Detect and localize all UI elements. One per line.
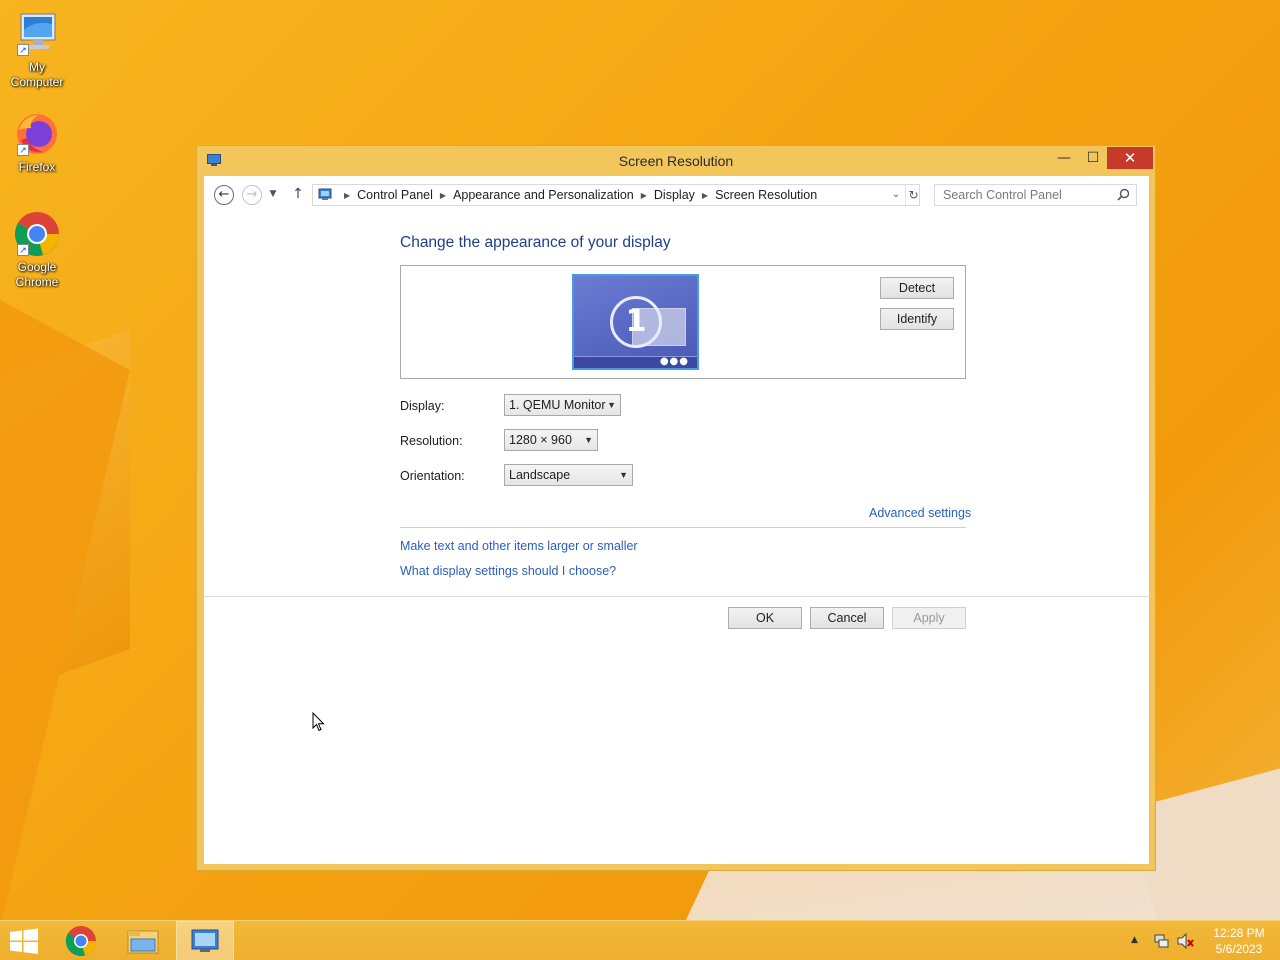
breadcrumb-appearance[interactable]: Appearance and Personalization bbox=[453, 188, 634, 202]
title-bar[interactable]: Screen Resolution — ☐ ✕ bbox=[197, 146, 1155, 176]
breadcrumb-display[interactable]: Display bbox=[654, 188, 695, 202]
divider bbox=[204, 596, 1149, 597]
desktop-icon-label: Firefox bbox=[18, 160, 56, 174]
breadcrumb-separator-icon[interactable]: ▶ bbox=[344, 191, 350, 200]
display-select-value: 1. QEMU Monitor bbox=[509, 398, 606, 412]
search-icon[interactable] bbox=[1117, 188, 1130, 201]
forward-button[interactable]: → bbox=[242, 185, 262, 205]
network-icon[interactable] bbox=[1153, 933, 1169, 949]
close-button[interactable]: ✕ bbox=[1107, 147, 1153, 169]
wallpaper-shape bbox=[0, 300, 130, 920]
chevron-down-icon: ▼ bbox=[584, 435, 593, 445]
system-clock[interactable]: 12:28 PM 5/6/2023 bbox=[1206, 925, 1272, 957]
navigation-bar: ← → ▼ ↑ ▶ Control Panel ▶ Appearance and… bbox=[204, 176, 1149, 214]
chrome-icon bbox=[65, 926, 97, 957]
monitor-number: 1 bbox=[610, 296, 662, 348]
search-input[interactable] bbox=[935, 185, 1115, 205]
taskbar-screen-resolution-button[interactable] bbox=[176, 921, 234, 960]
desktop-icon-label: Chrome bbox=[15, 275, 59, 289]
resolution-label: Resolution: bbox=[400, 434, 463, 448]
orientation-select-value: Landscape bbox=[509, 468, 571, 482]
mouse-cursor-icon bbox=[312, 711, 326, 732]
display-label: Display: bbox=[400, 399, 445, 413]
desktop-icon-label: Google bbox=[17, 260, 57, 274]
divider bbox=[400, 527, 966, 528]
page-title: Change the appearance of your display bbox=[400, 234, 671, 251]
breadcrumb-separator-icon[interactable]: ▶ bbox=[702, 191, 708, 200]
apply-button[interactable]: Apply bbox=[892, 607, 966, 629]
back-button[interactable]: ← bbox=[214, 185, 234, 205]
breadcrumb: ▶ Control Panel ▶ Appearance and Persona… bbox=[337, 185, 817, 205]
folder-icon bbox=[127, 930, 159, 954]
chevron-down-icon: ▼ bbox=[607, 400, 616, 410]
window-title: Screen Resolution bbox=[618, 153, 734, 169]
display-settings-icon bbox=[191, 929, 219, 952]
chevron-down-icon[interactable]: ⌄ bbox=[889, 185, 903, 205]
computer-icon: ↗ bbox=[13, 10, 61, 58]
chevron-down-icon: ▼ bbox=[619, 470, 628, 480]
breadcrumb-separator-icon[interactable]: ▶ bbox=[641, 191, 647, 200]
taskbar-chrome-button[interactable] bbox=[56, 921, 106, 960]
display-preview: 1 ●●● Detect Identify bbox=[400, 265, 966, 379]
show-hidden-icons-button[interactable]: ▲ bbox=[1131, 935, 1138, 945]
window-client-area: ← → ▼ ↑ ▶ Control Panel ▶ Appearance and… bbox=[204, 176, 1149, 864]
maximize-button[interactable]: ☐ bbox=[1079, 147, 1107, 169]
orientation-select[interactable]: Landscape ▼ bbox=[504, 464, 633, 486]
desktop-icon-label: Computer bbox=[10, 75, 64, 89]
up-button[interactable]: ↑ bbox=[288, 185, 308, 205]
breadcrumb-control-panel[interactable]: Control Panel bbox=[357, 188, 433, 202]
resolution-select[interactable]: 1280 × 960 ▼ bbox=[504, 429, 598, 451]
desktop-icon-my-computer[interactable]: ↗ My Computer bbox=[1, 10, 73, 90]
windows-logo-icon bbox=[10, 928, 38, 954]
taskbar: ▲ 12:28 PM 5/6/2023 bbox=[0, 920, 1280, 960]
minimize-button[interactable]: — bbox=[1049, 147, 1079, 169]
ok-button[interactable]: OK bbox=[728, 607, 802, 629]
recent-locations-button[interactable]: ▼ bbox=[266, 185, 280, 205]
resolution-select-value: 1280 × 960 bbox=[509, 433, 572, 447]
taskbar-file-explorer-button[interactable] bbox=[117, 921, 169, 960]
clock-date: 5/6/2023 bbox=[1215, 942, 1263, 956]
control-panel-icon bbox=[318, 188, 334, 202]
shortcut-arrow-icon: ↗ bbox=[17, 44, 29, 56]
identify-button[interactable]: Identify bbox=[880, 308, 954, 330]
desktop-icon-label: My bbox=[29, 60, 45, 74]
display-help-link[interactable]: What display settings should I choose? bbox=[400, 564, 616, 578]
advanced-settings-link[interactable]: Advanced settings bbox=[869, 506, 971, 520]
start-button[interactable] bbox=[0, 921, 48, 960]
orientation-label: Orientation: bbox=[400, 469, 465, 483]
breadcrumb-screen-resolution[interactable]: Screen Resolution bbox=[715, 188, 817, 202]
cancel-button[interactable]: Cancel bbox=[810, 607, 884, 629]
desktop-icon-google-chrome[interactable]: ↗ Google Chrome bbox=[1, 210, 73, 290]
volume-muted-icon[interactable] bbox=[1177, 932, 1195, 950]
shortcut-arrow-icon: ↗ bbox=[17, 244, 29, 256]
search-box[interactable] bbox=[934, 184, 1137, 206]
firefox-icon: ↗ bbox=[13, 110, 61, 158]
address-bar[interactable]: ▶ Control Panel ▶ Appearance and Persona… bbox=[312, 184, 920, 206]
refresh-icon[interactable]: ↻ bbox=[905, 185, 921, 205]
desktop-icon-firefox[interactable]: ↗ Firefox bbox=[1, 110, 73, 175]
screen-resolution-window: Screen Resolution — ☐ ✕ ← → ▼ ↑ ▶ Contro… bbox=[196, 145, 1156, 871]
clock-time: 12:28 PM bbox=[1213, 926, 1265, 940]
detect-button[interactable]: Detect bbox=[880, 277, 954, 299]
shortcut-arrow-icon: ↗ bbox=[17, 144, 29, 156]
chrome-icon: ↗ bbox=[13, 210, 61, 258]
breadcrumb-separator-icon[interactable]: ▶ bbox=[440, 191, 446, 200]
monitor-1-thumbnail[interactable]: 1 ●●● bbox=[572, 274, 699, 370]
display-select[interactable]: 1. QEMU Monitor ▼ bbox=[504, 394, 621, 416]
ellipsis-icon: ●●● bbox=[659, 356, 689, 367]
text-size-link[interactable]: Make text and other items larger or smal… bbox=[400, 539, 638, 553]
